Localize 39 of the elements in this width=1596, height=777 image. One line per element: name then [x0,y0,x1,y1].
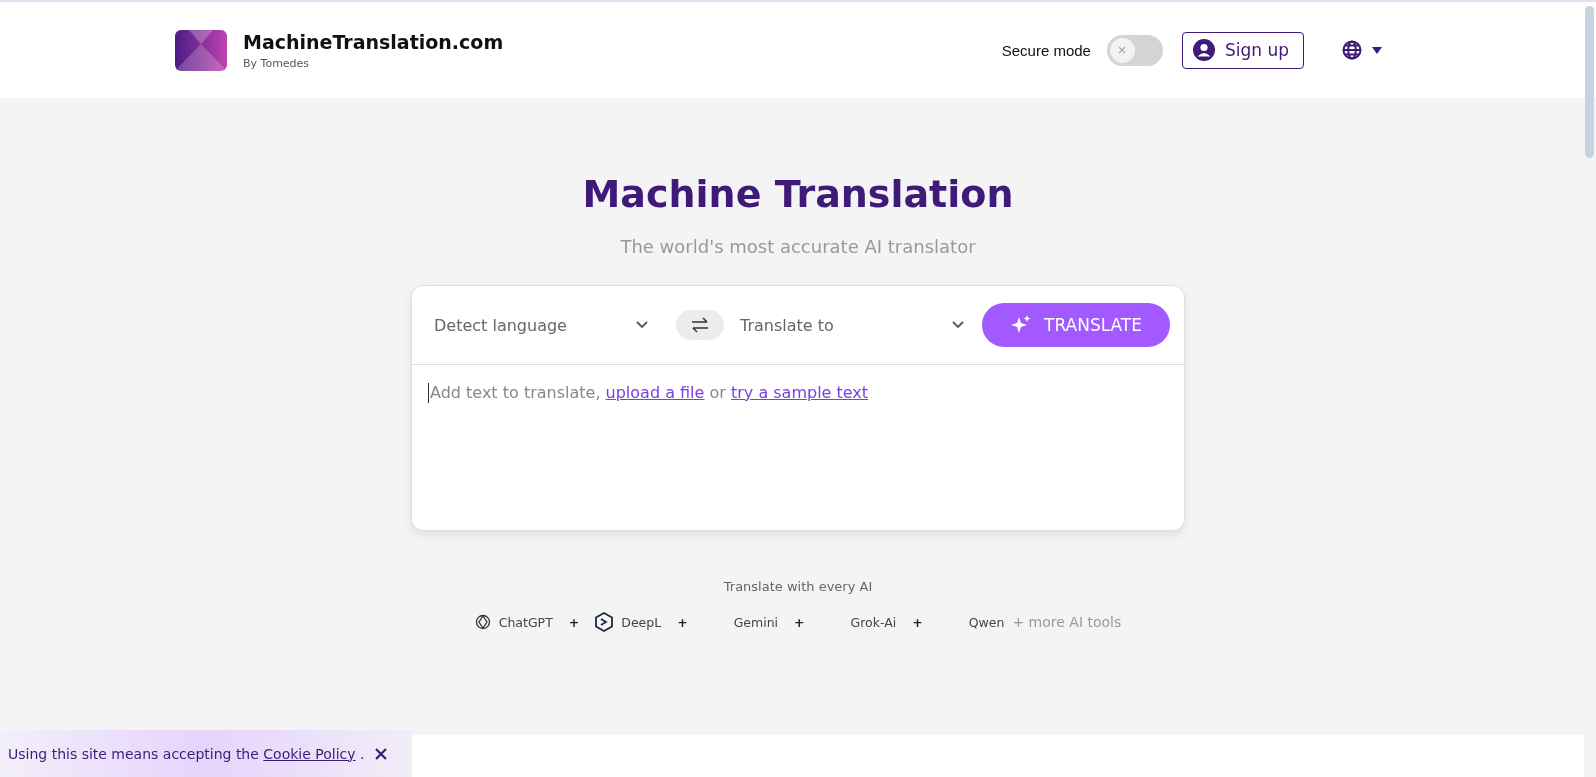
plus-sign: + [568,614,580,630]
ai-tool-name: DeepL [621,614,662,630]
globe-icon [1342,40,1362,60]
x-icon [1118,46,1127,54]
swap-arrows-icon [691,317,709,333]
secure-mode-label: Secure mode [1001,41,1091,59]
user-icon [1192,39,1215,61]
cookie-policy-link[interactable]: Cookie Policy [263,745,356,762]
ai-tool-name: Gemini [733,614,779,630]
plus-sign: + [794,614,805,630]
plus-sign: + [912,614,923,630]
plus-sign: + [677,614,688,630]
chevron-down-icon [952,321,964,329]
page-subtitle: The world's most accurate AI translator [620,236,976,257]
sample-text-link[interactable]: try a sample text [730,383,869,402]
source-language-select[interactable]: Detect language [434,315,656,335]
ai-tool-name: ChatGPT [498,614,553,630]
more-ai-tools-text: + more AI tools [1012,614,1122,630]
cookie-notice-text: Using this site means accepting the Cookie Policy . [8,745,365,762]
ai-tool-name: Qwen [968,614,1005,630]
secure-mode-toggle[interactable] [1106,34,1163,66]
scrollbar-thumb[interactable] [1585,6,1594,158]
input-placeholder: Add text to translate, upload a file or try a sample text [430,383,869,402]
text-input-field[interactable]: Add text to translate, upload a file or try a sample text [412,365,1184,530]
sign-up-button[interactable]: Sign up [1181,31,1304,69]
logo-icon [175,29,227,71]
target-language-select[interactable]: Translate to [740,315,972,335]
close-icon[interactable] [374,746,389,761]
brand-name: MachineTranslation.com [243,30,504,53]
swap-languages-button[interactable] [676,310,724,340]
chevron-down-icon [636,321,648,329]
language-menu-button[interactable] [1342,40,1382,60]
translate-button[interactable]: TRANSLATE [982,303,1170,347]
ai-tools-caption: Translate with every AI [723,579,873,594]
page-title: Machine Translation [582,172,1014,216]
ai-tool-name: Grok-Ai [850,614,897,630]
upload-file-link[interactable]: upload a file [605,383,705,402]
caret-icon [1372,46,1382,54]
brand-byline: By Tomedes [243,56,311,70]
